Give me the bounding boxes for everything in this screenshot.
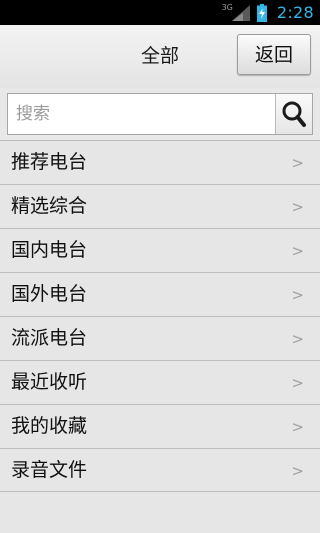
status-bar: 3G 2:28 [0,0,320,25]
chevron-right-icon: > [291,286,304,304]
list-item-domestic[interactable]: 国内电台 > [0,228,320,272]
search-box [7,93,313,135]
list-item-label: 最近收听 [11,371,88,393]
chevron-right-icon: > [291,418,304,436]
search-button[interactable] [275,94,312,134]
category-list: 推荐电台 > 精选综合 > 国内电台 > 国外电台 > 流派电台 > 最近收听 … [0,140,320,492]
search-icon [282,101,306,127]
clock: 2:28 [276,3,314,22]
chevron-right-icon: > [291,198,304,216]
signal-icon [231,4,250,21]
back-button[interactable]: 返回 [237,34,311,75]
list-item-recordings[interactable]: 录音文件 > [0,448,320,492]
chevron-right-icon: > [291,330,304,348]
chevron-right-icon: > [291,242,304,260]
chevron-right-icon: > [291,154,304,172]
list-item-label: 流派电台 [11,327,88,349]
list-item-genre[interactable]: 流派电台 > [0,316,320,360]
chevron-right-icon: > [291,374,304,392]
search-bar [0,88,320,140]
battery-charging-icon [256,3,267,22]
list-item-recommended[interactable]: 推荐电台 > [0,140,320,184]
header: 全部 返回 [0,25,320,88]
network-type-label: 3G [221,3,233,12]
list-item-label: 推荐电台 [11,151,88,173]
list-item-international[interactable]: 国外电台 > [0,272,320,316]
chevron-right-icon: > [291,462,304,480]
search-input[interactable] [16,94,274,134]
list-item-label: 国内电台 [11,239,88,261]
list-item-label: 国外电台 [11,283,88,305]
status-icons: 3G 2:28 [222,0,320,25]
list-item-favorites[interactable]: 我的收藏 > [0,404,320,448]
list-item-recent[interactable]: 最近收听 > [0,360,320,404]
list-item-label: 精选综合 [11,195,88,217]
list-item-label: 录音文件 [11,459,88,481]
list-item-featured[interactable]: 精选综合 > [0,184,320,228]
list-item-label: 我的收藏 [11,415,88,437]
